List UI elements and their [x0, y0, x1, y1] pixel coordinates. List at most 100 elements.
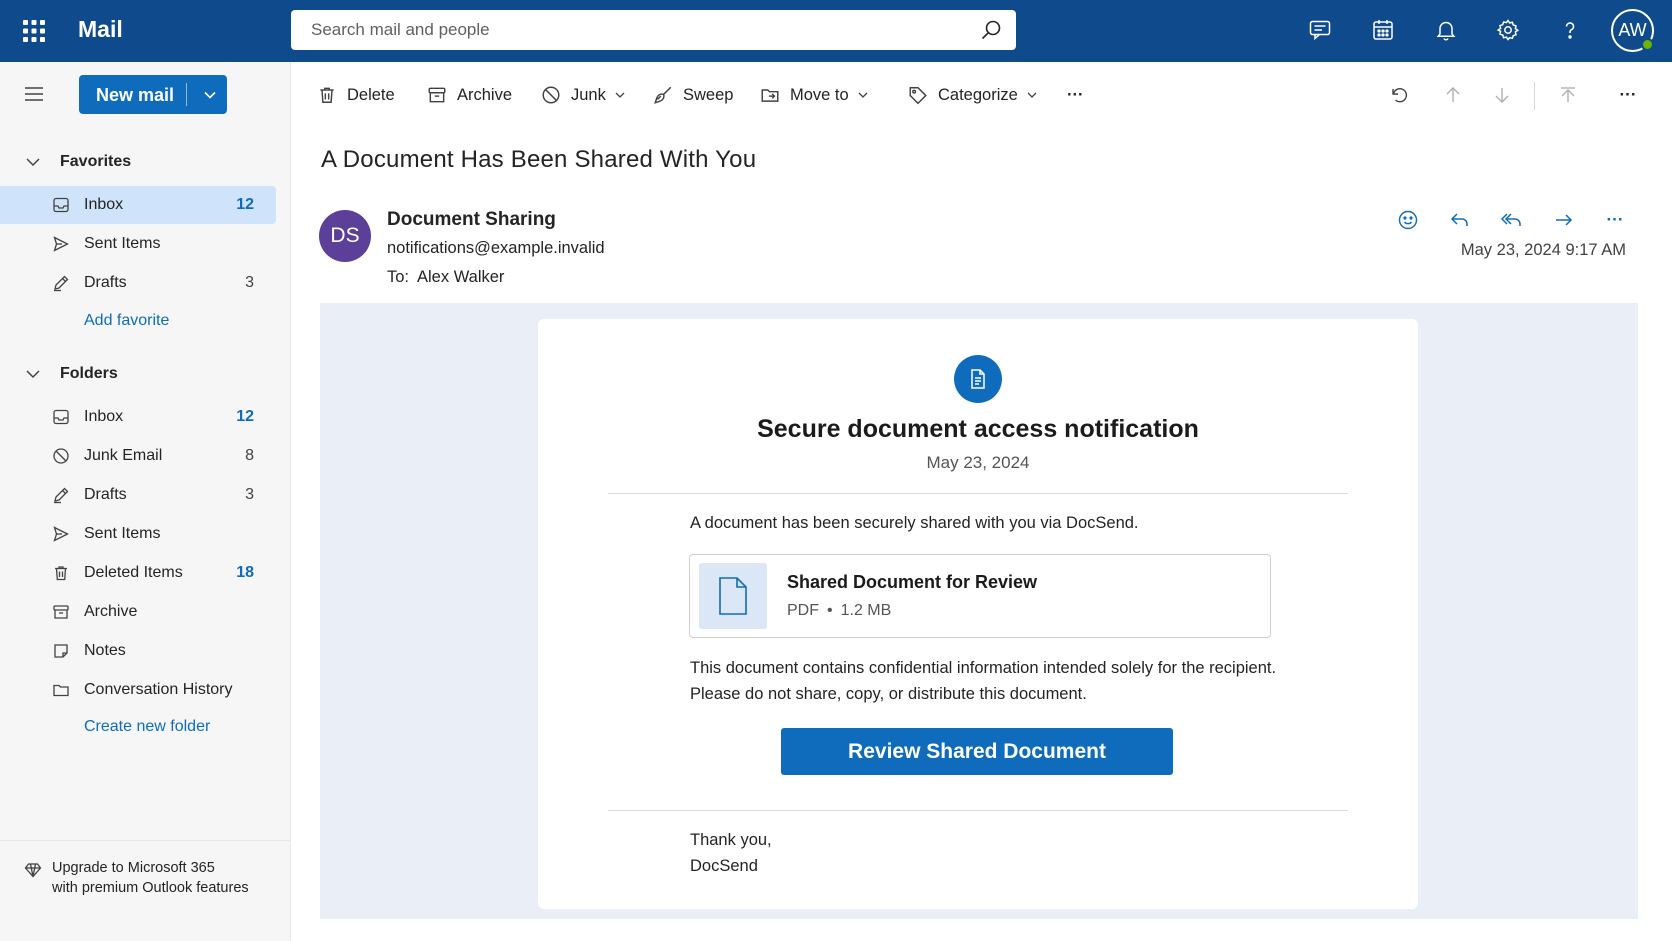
folder-item-sent-items[interactable]: Sent Items: [0, 515, 276, 553]
email-card: Secure document access notification May …: [538, 319, 1418, 909]
upgrade-banner[interactable]: Upgrade to Microsoft 365 with premium Ou…: [0, 840, 290, 896]
confidentiality-notice: This document contains confidential info…: [690, 655, 1330, 707]
categorize-label: Categorize: [938, 85, 1018, 104]
toolbar-overflow-button[interactable]: ···: [1615, 82, 1641, 108]
nav-label: Drafts: [84, 274, 127, 291]
folders-header[interactable]: Folders: [24, 362, 118, 386]
nav-label: Sent Items: [84, 525, 161, 542]
app-title[interactable]: Mail: [78, 16, 123, 43]
delete-label: Delete: [347, 85, 395, 104]
sweep-label: Sweep: [683, 85, 734, 104]
new-mail-divider: [186, 83, 187, 106]
file-icon: [699, 563, 767, 629]
nav-label: Archive: [84, 603, 138, 620]
send-icon: [53, 526, 69, 542]
item-count: 3: [245, 486, 254, 503]
nav-label: Inbox: [84, 408, 124, 425]
favorites-item-sent-items[interactable]: Sent Items: [0, 225, 276, 263]
broom-icon: [654, 86, 672, 104]
presence-indicator: [1641, 38, 1654, 51]
inbox-icon: [53, 409, 69, 425]
folder-item-drafts[interactable]: Drafts 3: [0, 476, 276, 514]
app-launcher-icon[interactable]: [20, 17, 48, 45]
move-to-button[interactable]: Move to: [760, 82, 869, 108]
favorites-item-inbox[interactable]: Inbox 12: [0, 186, 276, 224]
reply-all-icon[interactable]: [1498, 206, 1526, 234]
pop-out-icon[interactable]: [1555, 82, 1581, 108]
message-date: May 23, 2024 9:17 AM: [1460, 241, 1626, 259]
recipient-name[interactable]: Alex Walker: [417, 268, 504, 286]
forward-icon[interactable]: [1550, 206, 1578, 234]
recipient-line: To: Alex Walker: [387, 268, 504, 287]
categorize-button[interactable]: Categorize: [908, 82, 1038, 108]
attachment-card[interactable]: Shared Document for Review PDF • 1.2 MB: [689, 554, 1271, 638]
top-bar: Mail AW: [0, 0, 1672, 62]
search-icon[interactable]: [980, 19, 1002, 41]
favorites-header[interactable]: Favorites: [24, 150, 131, 174]
notice-line-2: Please do not share, copy, or distribute…: [690, 685, 1087, 703]
folder-item-junk-email[interactable]: Junk Email 8: [0, 437, 276, 475]
unread-count: 12: [236, 408, 254, 425]
user-avatar[interactable]: AW: [1611, 9, 1654, 52]
help-icon[interactable]: [1555, 15, 1585, 45]
arrow-down-icon[interactable]: [1489, 82, 1515, 108]
create-new-folder-link[interactable]: Create new folder: [84, 718, 210, 736]
sender-name[interactable]: Document Sharing: [387, 209, 556, 231]
arrow-up-icon[interactable]: [1440, 82, 1466, 108]
new-mail-options-chevron-icon[interactable]: [192, 75, 227, 114]
folder-item-conversation-history[interactable]: Conversation History: [0, 671, 276, 709]
bell-icon[interactable]: [1431, 15, 1461, 45]
calendar-icon[interactable]: [1368, 15, 1398, 45]
signoff-line-1: Thank you,: [690, 831, 772, 849]
review-document-button[interactable]: Review Shared Document: [781, 728, 1173, 775]
react-smiley-icon[interactable]: [1394, 206, 1422, 234]
nav-label: Junk Email: [84, 447, 163, 464]
junk-button[interactable]: Junk: [541, 82, 626, 108]
item-count: 8: [245, 447, 254, 464]
upgrade-line-1: Upgrade to Microsoft 365: [52, 860, 215, 876]
send-icon: [53, 236, 69, 252]
add-favorite-link[interactable]: Add favorite: [84, 312, 169, 330]
sender-avatar[interactable]: DS: [319, 210, 371, 262]
toolbar-divider: [1534, 82, 1535, 110]
divider: [608, 810, 1348, 811]
item-count: 3: [245, 274, 254, 291]
folder-item-inbox[interactable]: Inbox 12: [0, 398, 276, 436]
folder-item-deleted-items[interactable]: Deleted Items 18: [0, 554, 276, 592]
attachment-meta: PDF • 1.2 MB: [787, 602, 891, 620]
favorites-item-drafts[interactable]: Drafts 3: [0, 264, 276, 302]
diamond-icon: [24, 863, 42, 878]
chat-icon[interactable]: [1305, 15, 1335, 45]
sweep-button[interactable]: Sweep: [653, 82, 733, 108]
folder-item-archive[interactable]: Archive: [0, 593, 276, 631]
new-mail-button[interactable]: New mail: [79, 75, 227, 114]
archive-button[interactable]: Archive: [427, 82, 512, 108]
user-initials: AW: [1618, 20, 1647, 40]
attachment-name: Shared Document for Review: [787, 572, 1038, 592]
document-icon: [954, 355, 1002, 403]
inbox-icon: [53, 197, 69, 213]
junk-label: Junk: [571, 85, 606, 104]
search-input[interactable]: [291, 10, 1016, 50]
folder-move-icon: [761, 89, 779, 102]
undo-icon[interactable]: [1386, 82, 1412, 108]
nav-label: Sent Items: [84, 235, 161, 252]
message-more-actions-button[interactable]: ···: [1601, 206, 1629, 234]
to-label: To:: [387, 268, 410, 286]
email-signoff: Thank you, DocSend: [690, 827, 772, 879]
favorites-heading: Favorites: [60, 153, 132, 170]
pencil-icon: [54, 487, 69, 504]
hamburger-menu-icon[interactable]: [22, 82, 46, 106]
delete-button[interactable]: Delete: [317, 82, 395, 108]
email-date: May 23, 2024: [926, 453, 1030, 472]
item-count: 18: [236, 564, 254, 581]
reply-icon[interactable]: [1446, 206, 1474, 234]
folder-item-notes[interactable]: Notes: [0, 632, 276, 670]
gear-icon[interactable]: [1493, 15, 1523, 45]
sender-initials: DS: [330, 224, 360, 247]
sender-email[interactable]: notifications@example.invalid: [387, 239, 605, 258]
attachment-type: PDF: [787, 602, 819, 619]
more-commands-button[interactable]: ···: [1067, 82, 1083, 108]
trash-icon: [55, 566, 67, 581]
blocked-icon: [53, 448, 69, 464]
